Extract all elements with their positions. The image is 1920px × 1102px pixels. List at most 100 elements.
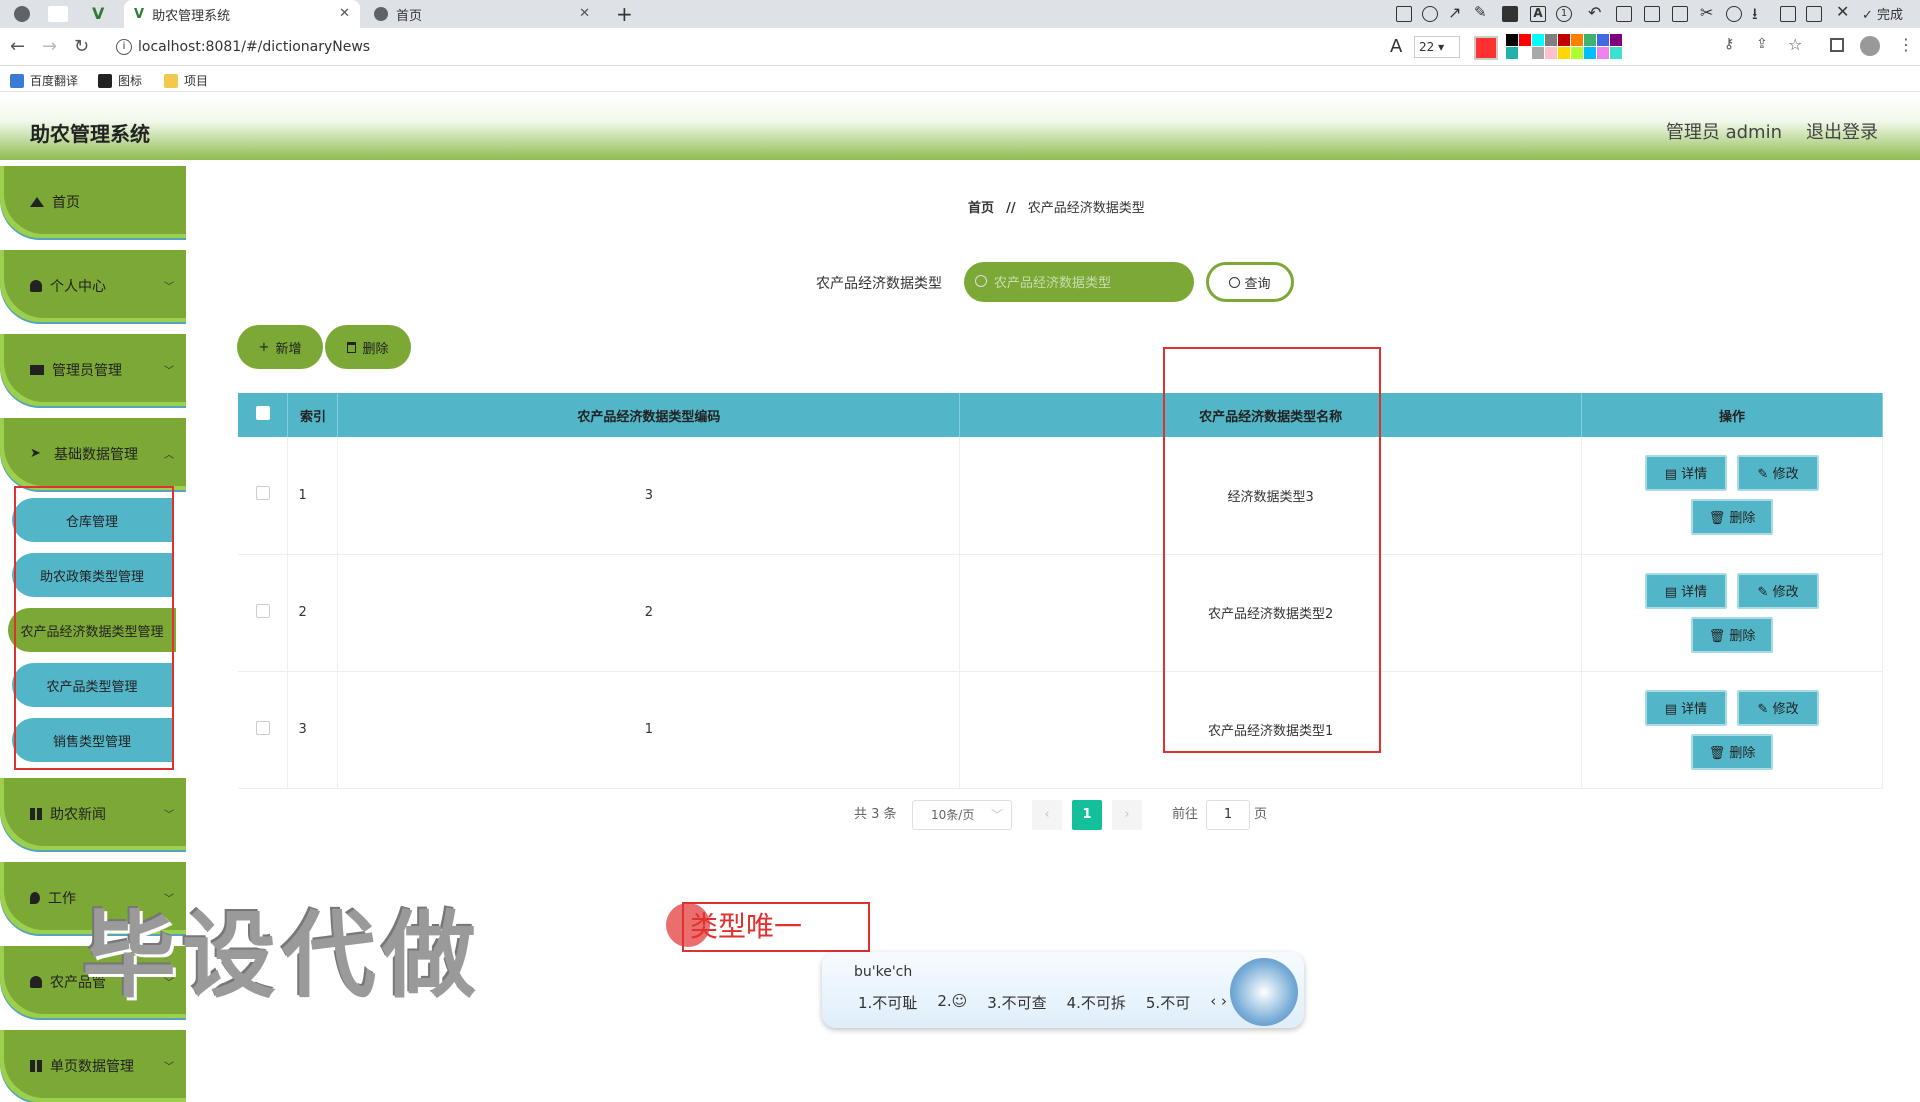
color-swatch[interactable] (1597, 34, 1609, 46)
color-swatch[interactable] (1506, 47, 1518, 59)
row-checkbox[interactable] (255, 720, 270, 735)
more-menu-icon[interactable]: ⋮ (1898, 35, 1914, 54)
page-number-current[interactable]: 1 (1072, 800, 1102, 830)
translate-tool-icon[interactable] (1644, 6, 1660, 22)
cell-actions: ▤ 详情 ✎ 修改 🗑 删除 (1581, 671, 1883, 789)
pin-tool-icon[interactable] (1616, 6, 1632, 22)
watermark-text: 毕设代做 (82, 902, 483, 1011)
search-input[interactable] (964, 262, 1194, 302)
row-checkbox[interactable] (255, 603, 270, 618)
close-tab-icon[interactable]: ✕ (579, 6, 590, 21)
ime-candidate[interactable]: 1.不可耻 (858, 992, 917, 1013)
color-swatch[interactable] (1571, 47, 1583, 59)
detail-button[interactable]: ▤ 详情 (1644, 572, 1727, 609)
color-swatch[interactable] (1532, 47, 1544, 59)
ime-candidate[interactable]: 5.不可 (1146, 992, 1190, 1013)
browser-menu-icon[interactable] (14, 6, 30, 22)
blank-tab-icon[interactable] (48, 6, 68, 22)
add-button[interactable]: + 新增 (237, 325, 323, 369)
vue-tab-icon[interactable]: V (92, 4, 104, 23)
color-swatch[interactable] (1610, 47, 1622, 59)
record-icon[interactable] (1726, 6, 1742, 22)
bookmark-project[interactable]: 项目 (164, 72, 208, 89)
number-tool-icon[interactable]: 1 (1556, 6, 1572, 22)
download-icon[interactable]: ⭳ (1752, 3, 1758, 30)
current-color-swatch[interactable] (1474, 36, 1498, 60)
page-size-select[interactable]: 10条/页 ﹀ (912, 800, 1012, 830)
delete-button[interactable]: 🗑 删除 (1691, 499, 1774, 536)
rectangle-tool-icon[interactable] (1396, 6, 1412, 22)
back-icon[interactable]: ← (10, 36, 25, 57)
device-icon[interactable] (1780, 6, 1796, 22)
done-button[interactable]: ✓ 完成 (1862, 4, 1903, 23)
prev-page-button[interactable]: ‹ (1032, 800, 1062, 830)
sidebar-item-news[interactable]: 助农新闻 ﹀ (0, 778, 186, 850)
delete-button[interactable]: 🗑 删除 (1691, 733, 1774, 770)
ime-candidate[interactable]: 3.不可查 (987, 992, 1046, 1013)
font-size-select[interactable]: 22 ▾ (1414, 36, 1460, 58)
key-icon[interactable]: ⚷ (1724, 36, 1734, 52)
ime-page-arrows-icon[interactable]: ‹ › (1210, 992, 1227, 1013)
circle-tool-icon[interactable] (1422, 6, 1438, 22)
color-swatch[interactable] (1519, 47, 1531, 59)
close-tab-icon[interactable]: ✕ (339, 6, 350, 21)
sidebar-item-personal[interactable]: 个人中心 ﹀ (0, 250, 186, 322)
ime-candidate[interactable]: 4.不可拆 (1067, 992, 1126, 1013)
bookmark-icon[interactable] (1806, 6, 1822, 22)
select-all-checkbox[interactable] (255, 406, 270, 420)
pen-tool-icon[interactable]: ✎ (1474, 3, 1487, 21)
tab-home[interactable]: 首页 ✕ (364, 0, 600, 28)
table-row: 1 3 经济数据类型3 ▤ 详情 ✎ 修改 🗑 删除 (238, 437, 1883, 555)
share-icon[interactable]: ⇪ (1756, 36, 1768, 52)
color-swatch[interactable] (1545, 47, 1557, 59)
color-swatch[interactable] (1584, 47, 1596, 59)
bookmark-icons[interactable]: 图标 (98, 72, 142, 89)
star-icon[interactable]: ☆ (1788, 35, 1802, 54)
ocr-tool-icon[interactable] (1672, 6, 1688, 22)
sidepanel-icon[interactable] (1830, 38, 1844, 52)
bookmark-baidu-translate[interactable]: 百度翻译 (10, 72, 78, 89)
ime-logo-orb (1230, 958, 1298, 1026)
new-tab-icon[interactable]: + (616, 2, 633, 26)
pin-screen-icon[interactable]: ✂ (1700, 3, 1713, 22)
goto-page-input[interactable]: 1 (1206, 800, 1250, 830)
sidebar-item-label: 个人中心 (50, 279, 106, 295)
color-swatch[interactable] (1506, 34, 1518, 46)
batch-delete-button[interactable]: 删除 (325, 325, 411, 369)
forward-icon[interactable]: → (42, 36, 57, 57)
mosaic-tool-icon[interactable] (1502, 6, 1518, 22)
sidebar-item-basic-data[interactable]: ➤ 基础数据管理 ︿ (0, 418, 186, 490)
detail-button[interactable]: ▤ 详情 (1644, 689, 1727, 726)
edit-button[interactable]: ✎ 修改 (1737, 572, 1820, 609)
text-tool-icon[interactable]: A (1530, 6, 1546, 22)
edit-button[interactable]: ✎ 修改 (1737, 689, 1820, 726)
color-swatch[interactable] (1532, 34, 1544, 46)
color-swatch[interactable] (1610, 34, 1622, 46)
address-bar[interactable]: i localhost:8081/#/dictionaryNews (108, 34, 1378, 60)
color-swatch[interactable] (1519, 34, 1531, 46)
logout-link[interactable]: 退出登录 (1806, 118, 1878, 144)
color-swatch[interactable] (1571, 34, 1583, 46)
row-checkbox[interactable] (255, 486, 270, 501)
profile-avatar[interactable] (1860, 36, 1880, 56)
color-swatch[interactable] (1558, 34, 1570, 46)
detail-button[interactable]: ▤ 详情 (1644, 455, 1727, 492)
sidebar-item-home[interactable]: 首页 (0, 166, 186, 238)
tab-app[interactable]: V 助农管理系统 ✕ (124, 0, 360, 28)
color-swatch[interactable] (1558, 47, 1570, 59)
delete-button[interactable]: 🗑 删除 (1691, 616, 1774, 653)
breadcrumb-home[interactable]: 首页 (968, 201, 994, 216)
cancel-icon[interactable]: ✕ (1836, 2, 1849, 21)
undo-icon[interactable]: ↶ (1588, 3, 1601, 22)
ime-candidate[interactable]: 2.☺ (937, 992, 967, 1013)
color-swatch[interactable] (1584, 34, 1596, 46)
color-swatch[interactable] (1545, 34, 1557, 46)
edit-button[interactable]: ✎ 修改 (1737, 455, 1820, 492)
sidebar-item-admin[interactable]: 管理员管理 ﹀ (0, 334, 186, 406)
sidebar-item-single-page[interactable]: 单页数据管理 ﹀ (0, 1030, 186, 1102)
color-swatch[interactable] (1597, 47, 1609, 59)
arrow-tool-icon[interactable]: ↗ (1448, 3, 1461, 22)
query-button[interactable]: 查询 (1206, 262, 1294, 302)
reload-icon[interactable]: ↻ (74, 36, 89, 57)
next-page-button[interactable]: › (1112, 800, 1142, 830)
